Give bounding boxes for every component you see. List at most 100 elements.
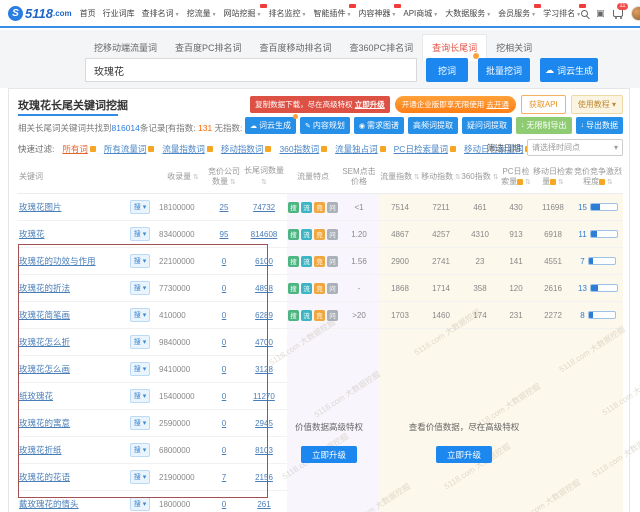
sort-icon[interactable]: ⇅ — [453, 174, 461, 181]
nav-item-排名监控[interactable]: 排名监控▼ — [269, 8, 307, 19]
tool-button-无限制导出[interactable]: ↓无限制导出 — [516, 117, 572, 134]
word-cloud-button[interactable]: ☁ 词云生成 — [540, 58, 598, 82]
longtail-count-link[interactable]: 4700 — [255, 338, 273, 347]
search-dropdown-chip[interactable]: 搜 ▾ — [130, 254, 150, 268]
search-dropdown-chip[interactable]: 搜 ▾ — [130, 200, 150, 214]
sort-icon[interactable]: ⇅ — [412, 174, 420, 181]
sort-icon[interactable]: ⇅ — [523, 179, 531, 186]
nav-item-智能插件[interactable]: 智能插件▼ — [313, 8, 351, 19]
sort-icon[interactable]: ⇅ — [556, 179, 564, 186]
search-dropdown-chip[interactable]: 搜 ▾ — [130, 281, 150, 295]
upgrade-now-link[interactable]: 立即升级 — [355, 100, 385, 109]
upgrade-promo-badge[interactable]: 复制数据下载，尽在高级特权 立即升级 — [250, 96, 390, 113]
filter-link-所有流量词[interactable]: 所有流量词 — [104, 143, 155, 155]
date-select[interactable]: 请选择时间点 ▾ — [527, 139, 623, 156]
qr-scan-icon[interactable]: ▣ — [596, 9, 605, 18]
site-logo[interactable]: S 5118 .com — [8, 6, 72, 21]
bid-count-link[interactable]: 0 — [222, 257, 226, 266]
nav-item-行业词库[interactable]: 行业词库 — [103, 8, 135, 19]
help-icon[interactable] — [90, 146, 96, 152]
bid-count-link[interactable]: 0 — [222, 446, 226, 455]
search-dropdown-chip[interactable]: 搜 ▾ — [130, 443, 150, 457]
nav-item-会员服务[interactable]: 会员服务▼ — [498, 8, 536, 19]
column-header-流量指数[interactable]: 流量指数 ⇅ — [379, 172, 421, 183]
bid-count-link[interactable]: 0 — [222, 365, 226, 374]
bid-count-link[interactable]: 95 — [220, 230, 229, 239]
search-dropdown-chip[interactable]: 搜 ▾ — [130, 362, 150, 376]
longtail-count-link[interactable]: 261 — [257, 500, 270, 509]
longtail-count-link[interactable]: 6289 — [255, 311, 273, 320]
keyword-link[interactable]: 纸玫瑰花 — [19, 390, 53, 402]
column-header-PC日检索量[interactable]: PC日检索量 ⇅ — [499, 167, 533, 188]
sort-icon[interactable]: ⇅ — [191, 174, 199, 181]
nav-item-大数据服务[interactable]: 大数据服务▼ — [445, 8, 491, 19]
search-dropdown-chip[interactable]: 搜 ▾ — [130, 416, 150, 430]
help-icon[interactable] — [380, 146, 386, 152]
column-header-长尾词数量[interactable]: 长尾词数量 ⇅ — [241, 166, 287, 188]
bid-count-link[interactable]: 25 — [220, 203, 229, 212]
column-header-移动日检索量[interactable]: 移动日检索量 ⇅ — [533, 167, 573, 188]
column-header-移动指数[interactable]: 移动指数 ⇅ — [421, 172, 461, 183]
search-dropdown-chip[interactable]: 搜 ▾ — [130, 308, 150, 322]
search-dropdown-chip[interactable]: 搜 ▾ — [130, 335, 150, 349]
bid-count-link[interactable]: 7 — [222, 473, 226, 482]
keyword-link[interactable]: 玫瑰花的寓意 — [19, 417, 70, 429]
keyword-link[interactable]: 玫瑰花怎么折 — [19, 336, 70, 348]
keyword-link[interactable]: 玫瑰花的花语 — [19, 471, 70, 483]
filter-link-移动指数词[interactable]: 移动指数词 — [221, 143, 272, 155]
longtail-count-link[interactable]: 2156 — [255, 473, 273, 482]
tool-button-高频词提取[interactable]: 高频词提取 — [408, 117, 458, 134]
batch-dig-button[interactable]: 批量挖词 — [478, 58, 530, 82]
upgrade-button[interactable]: 立即升级 — [301, 446, 357, 463]
keyword-search-input[interactable] — [85, 58, 417, 82]
tool-button-内容规划[interactable]: ✎内容规划 — [300, 117, 350, 134]
filter-link-流量独占词[interactable]: 流量独占词 — [335, 143, 386, 155]
help-icon[interactable] — [265, 146, 271, 152]
tool-button-导出数据[interactable]: ↓导出数据 — [576, 117, 624, 134]
tool-button-需求图谱[interactable]: ◉需求图谱 — [354, 117, 404, 134]
tutorial-button[interactable]: 使用教程 ▾ — [571, 95, 623, 114]
keyword-link[interactable]: 玫瑰花的折法 — [19, 282, 70, 294]
keyword-link[interactable]: 玫瑰花图片 — [19, 201, 62, 213]
get-api-button[interactable]: 获取API — [521, 95, 566, 114]
filter-link-PC日检索量词[interactable]: PC日检索量词 — [394, 143, 456, 155]
search-dropdown-chip[interactable]: 搜 ▾ — [130, 497, 150, 511]
bid-count-link[interactable]: 0 — [222, 500, 226, 509]
sort-icon[interactable]: ⇅ — [261, 179, 267, 186]
help-icon[interactable] — [207, 146, 213, 152]
open-enterprise-link[interactable]: 去开通 — [486, 100, 509, 109]
bid-count-link[interactable]: 0 — [222, 392, 226, 401]
filter-link-流量指数词[interactable]: 流量指数词 — [162, 143, 213, 155]
bid-count-link[interactable]: 0 — [222, 419, 226, 428]
longtail-count-link[interactable]: 4898 — [255, 284, 273, 293]
cart-icon[interactable]: 11 — [613, 10, 623, 17]
keyword-link[interactable]: 戴玫瑰花的情头 — [19, 498, 79, 510]
longtail-count-link[interactable]: 11270 — [253, 392, 275, 401]
bid-count-link[interactable]: 0 — [222, 338, 226, 347]
sort-icon[interactable]: ⇅ — [605, 179, 613, 186]
keyword-link[interactable]: 玫瑰花折纸 — [19, 444, 62, 456]
filter-link-所有词[interactable]: 所有词 — [62, 143, 96, 155]
user-avatar[interactable] — [631, 6, 640, 21]
keyword-link[interactable]: 玫瑰花怎么画 — [19, 363, 70, 375]
nav-item-网站挖掘[interactable]: 网站挖掘▼ — [224, 8, 262, 19]
sort-icon[interactable]: ⇅ — [491, 174, 499, 181]
nav-item-学习排名[interactable]: 学习排名▼ — [543, 8, 581, 19]
longtail-count-link[interactable]: 3128 — [255, 365, 273, 374]
column-header-竞价竞争激烈程度[interactable]: 竞价竞争激烈程度 ⇅ — [573, 167, 623, 188]
upgrade-button[interactable]: 立即升级 — [436, 446, 492, 463]
enterprise-promo-badge[interactable]: 开通企业版即享无限使用 去开通 — [395, 96, 516, 113]
help-icon[interactable] — [148, 146, 154, 152]
tool-button-疑问词提取[interactable]: 疑问词提取 — [462, 117, 512, 134]
longtail-count-link[interactable]: 74732 — [253, 203, 275, 212]
help-icon[interactable] — [321, 146, 327, 152]
search-dropdown-chip[interactable]: 搜 ▾ — [130, 227, 150, 241]
nav-item-挖流量[interactable]: 挖流量▼ — [187, 8, 217, 19]
nav-item-API商城[interactable]: API商城▼ — [403, 8, 438, 19]
nav-item-内容神器[interactable]: 内容神器▼ — [358, 8, 396, 19]
column-header-收录量[interactable]: 收录量 ⇅ — [155, 172, 207, 183]
tool-button-词云生成[interactable]: ☁词云生成 — [245, 117, 296, 134]
help-icon[interactable] — [450, 146, 456, 152]
nav-item-首页[interactable]: 首页 — [80, 8, 96, 19]
dig-words-button[interactable]: 挖词 — [426, 58, 468, 82]
